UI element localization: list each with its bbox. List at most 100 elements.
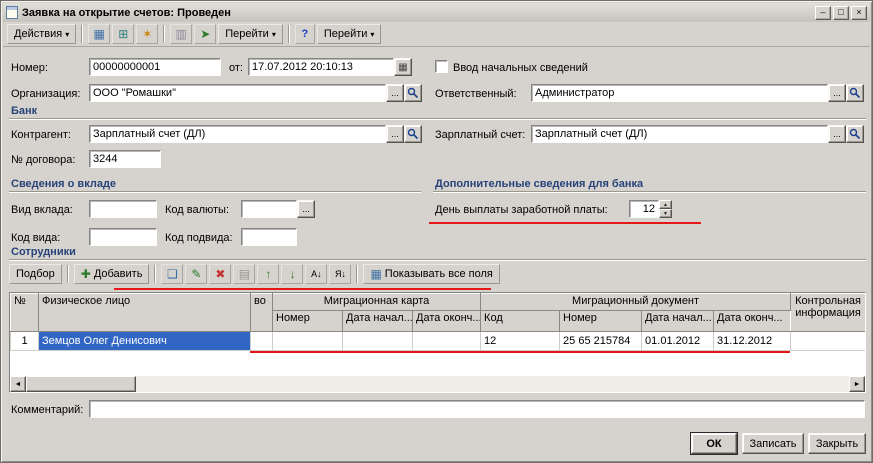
cell-card-number[interactable] <box>272 331 343 351</box>
toolbar-separator <box>81 25 84 43</box>
currency-code-ellipsis-button[interactable]: ... <box>297 200 315 218</box>
move-down-button[interactable]: ↓ <box>281 264 304 284</box>
comment-input[interactable] <box>89 400 865 418</box>
salary-account-input[interactable] <box>531 125 828 143</box>
go-label: Перейти <box>225 28 269 40</box>
cell-doc-date-end[interactable]: 31.12.2012 <box>713 331 792 351</box>
grid-plus-icon: ⊞ <box>118 27 129 41</box>
toolbar-separator <box>154 265 157 283</box>
close-button[interactable]: × <box>851 5 867 20</box>
scroll-left-button[interactable]: ◄ <box>10 376 26 392</box>
cell-card-date-end[interactable] <box>411 331 482 351</box>
pick-button[interactable]: Подбор <box>9 264 62 284</box>
scroll-right-icon: ► <box>853 380 861 388</box>
delete-icon: ✖ <box>215 267 226 281</box>
kind-code-input[interactable] <box>89 228 157 246</box>
cell-person[interactable]: Земцов Олег Денисович <box>38 331 251 351</box>
currency-code-input[interactable] <box>241 200 297 218</box>
cell-card-date-start[interactable] <box>342 331 413 351</box>
currency-code-label: Код валюты: <box>165 204 230 216</box>
add-button[interactable]: ✚ Добавить <box>73 264 150 284</box>
col-header-control-info: Контрольная информация <box>790 293 865 332</box>
help-button[interactable]: ? <box>294 24 315 44</box>
salary-account-search-button[interactable] <box>846 125 864 143</box>
spinner-down-button[interactable]: ▼ <box>659 209 672 218</box>
list-button[interactable]: ▤ <box>233 264 256 284</box>
icon-button-1[interactable]: ▦ <box>88 24 111 44</box>
contract-number-input[interactable] <box>89 150 161 168</box>
show-all-fields-button[interactable]: ▦ Показывать все поля <box>363 264 500 284</box>
cell-clipped[interactable] <box>250 331 273 351</box>
add-copy-button[interactable]: ❏ <box>161 264 184 284</box>
salary-day-input[interactable] <box>629 200 659 218</box>
save-button[interactable]: Записать <box>742 433 804 454</box>
cell-row-number[interactable]: 1 <box>10 331 39 351</box>
bank-section-line <box>9 118 866 120</box>
date-input[interactable] <box>248 58 394 76</box>
kind-code-label: Код вида: <box>11 232 61 244</box>
bank-section-title: Банк <box>11 105 38 117</box>
close-button[interactable]: Закрыть <box>808 433 866 454</box>
deposit-kind-input[interactable] <box>89 200 157 218</box>
counterparty-ellipsis-button[interactable]: ... <box>386 125 404 143</box>
col-header-card-number: Номер <box>272 310 343 332</box>
subkind-code-input[interactable] <box>241 228 297 246</box>
rows-icon: ▤ <box>238 267 251 281</box>
minimize-button[interactable]: – <box>815 5 831 20</box>
col-header-doc-date-end: Дата оконч... <box>713 310 792 332</box>
add-icon: ✚ <box>80 267 91 281</box>
search-icon <box>407 128 419 140</box>
cell-doc-date-start[interactable]: 01.01.2012 <box>641 331 715 351</box>
spinner-up-icon: ▲ <box>663 201 668 208</box>
initial-info-checkbox[interactable] <box>435 60 448 73</box>
calendar-button[interactable]: ▦ <box>394 58 412 76</box>
h-scrollbar[interactable]: ◄ ► <box>10 376 865 392</box>
sort-asc-button[interactable]: А↓ <box>305 264 328 284</box>
actions-button[interactable]: Действия ▾ <box>7 24 77 44</box>
maximize-button[interactable]: □ <box>833 5 849 20</box>
number-input[interactable] <box>89 58 221 76</box>
move-up-button[interactable]: ↑ <box>257 264 280 284</box>
pencil-icon: ✎ <box>191 267 202 281</box>
scroll-track[interactable] <box>136 376 849 392</box>
employees-section-title: Сотрудники <box>11 246 76 258</box>
counterparty-input[interactable] <box>89 125 386 143</box>
responsible-search-button[interactable] <box>846 84 864 102</box>
organization-ellipsis-button[interactable]: ... <box>386 84 404 102</box>
responsible-label: Ответственный: <box>435 88 517 100</box>
cell-doc-code[interactable]: 12 <box>480 331 561 351</box>
sheet-icon: ▥ <box>175 27 187 41</box>
window-titlebar[interactable]: Заявка на открытие счетов: Проведен – □ … <box>3 3 870 22</box>
icon-button-3[interactable]: ✶ <box>136 24 159 44</box>
cell-control-info[interactable] <box>790 331 865 351</box>
scroll-thumb[interactable] <box>26 376 136 392</box>
window-title: Заявка на открытие счетов: Проведен <box>22 6 231 19</box>
cell-doc-number[interactable]: 25 65 215784 <box>559 331 643 351</box>
ok-button[interactable]: ОК <box>690 432 738 455</box>
organization-search-button[interactable] <box>404 84 422 102</box>
counterparty-search-button[interactable] <box>404 125 422 143</box>
go-button-2[interactable]: Перейти ▾ <box>316 24 382 44</box>
scroll-right-button[interactable]: ► <box>849 376 865 392</box>
sort-desc-icon: Я↓ <box>334 269 346 279</box>
icon-button-4[interactable]: ▥ <box>170 24 193 44</box>
icon-button-5[interactable]: ➤ <box>194 24 217 44</box>
responsible-ellipsis-button[interactable]: ... <box>828 84 846 102</box>
table-icon: ▦ <box>93 27 105 41</box>
actions-label: Действия <box>14 28 63 40</box>
search-icon <box>407 87 419 99</box>
icon-button-2[interactable]: ⊞ <box>112 24 135 44</box>
edit-button[interactable]: ✎ <box>185 264 208 284</box>
table-row[interactable]: 1 Земцов Олег Денисович 12 25 65 215784 … <box>10 331 865 351</box>
pick-label: Подбор <box>16 268 55 280</box>
organization-input[interactable] <box>89 84 386 102</box>
go-button-1[interactable]: Перейти ▾ <box>218 24 283 44</box>
col-header-person: Физическое лицо <box>38 293 251 332</box>
sort-desc-button[interactable]: Я↓ <box>329 264 352 284</box>
arrow-icon: ➤ <box>200 27 211 41</box>
col-header-doc-number: Номер <box>559 310 643 332</box>
responsible-input[interactable] <box>531 84 828 102</box>
delete-button[interactable]: ✖ <box>209 264 232 284</box>
salary-account-ellipsis-button[interactable]: ... <box>828 125 846 143</box>
spinner-up-button[interactable]: ▲ <box>659 200 672 209</box>
